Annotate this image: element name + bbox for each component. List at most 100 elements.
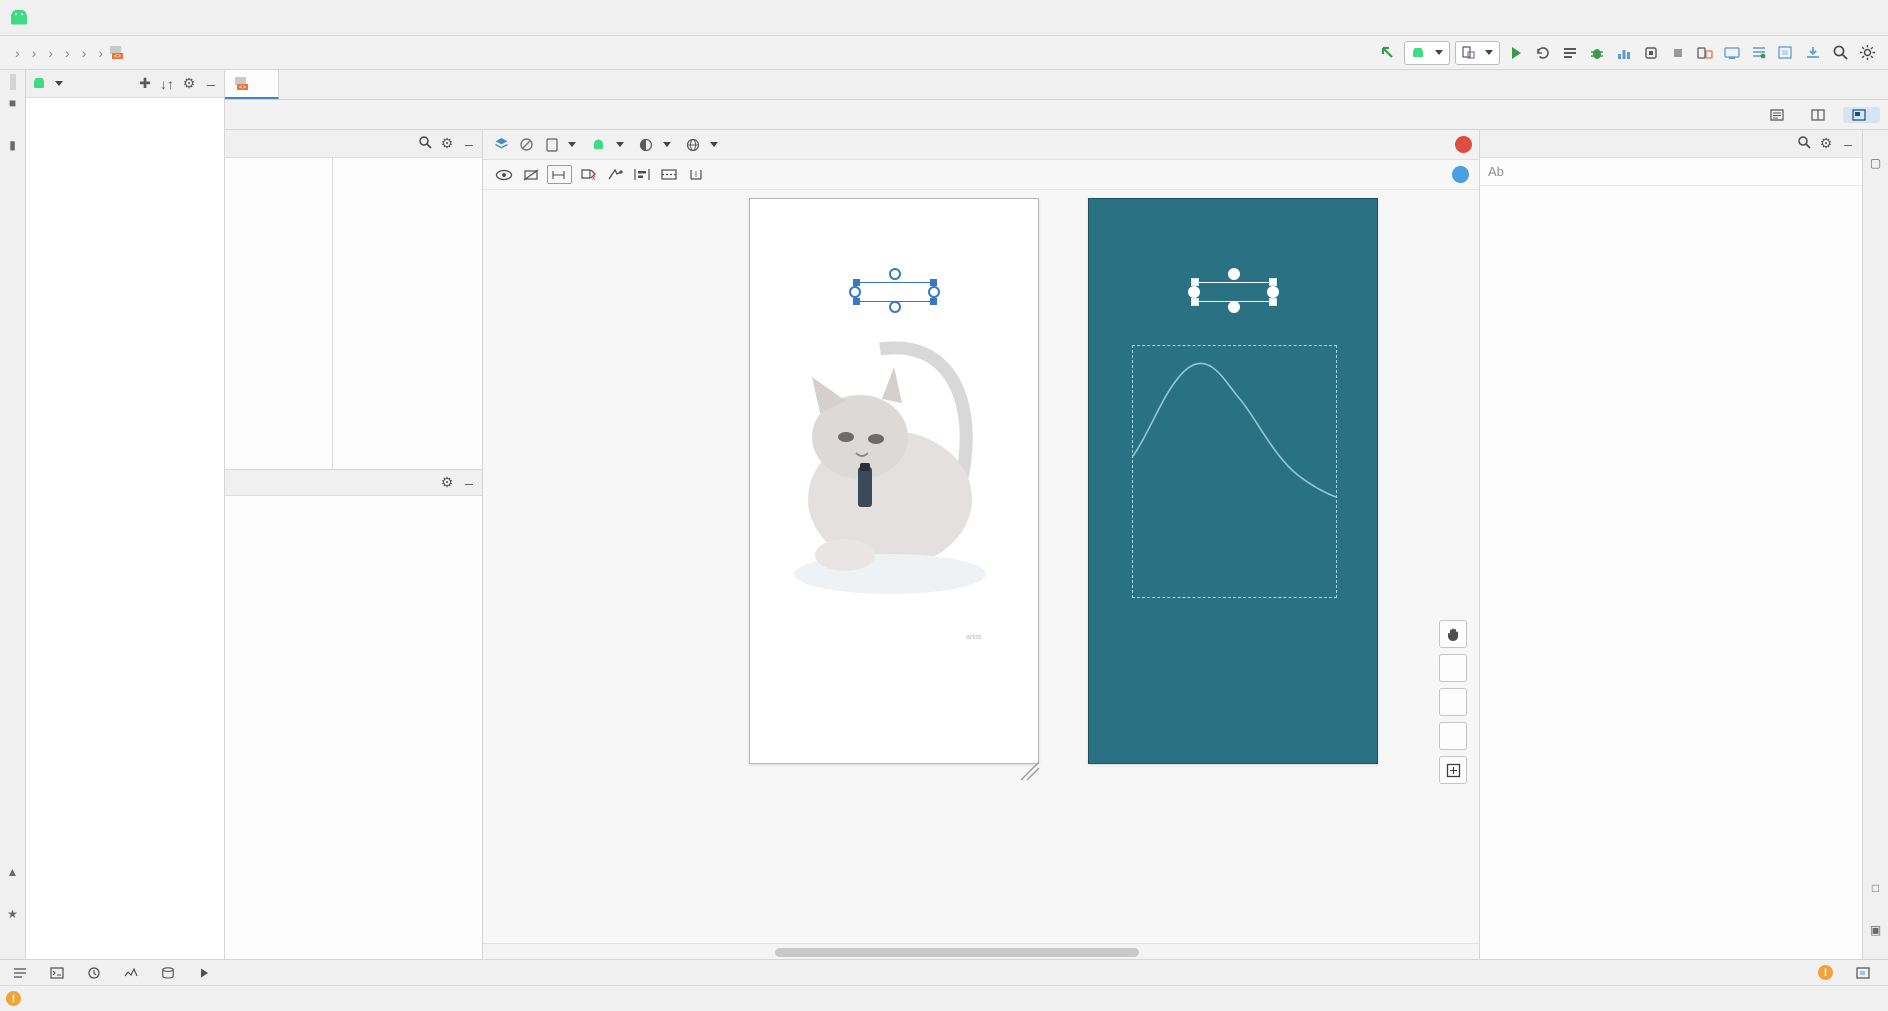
collapse-all-icon[interactable]: ↓↑ (159, 76, 175, 92)
menu-navigate[interactable] (106, 15, 126, 21)
search-icon[interactable] (1829, 41, 1851, 65)
component-tree[interactable] (225, 496, 482, 959)
locate-icon[interactable]: ✚ (137, 75, 153, 92)
design-surface-icon[interactable] (490, 134, 512, 156)
rerun-icon[interactable] (1532, 41, 1554, 65)
device-manager-icon[interactable] (1694, 41, 1716, 65)
back-arrow-icon[interactable] (1377, 41, 1399, 65)
locale-config-button[interactable] (680, 136, 724, 154)
sdk-manager-icon[interactable] (1748, 41, 1770, 65)
menu-vcs[interactable] (260, 15, 280, 21)
render-preview-device[interactable]: artist (749, 198, 1039, 764)
theme-config-button[interactable] (633, 136, 677, 154)
tab-split[interactable] (1802, 107, 1839, 123)
menu-build[interactable] (194, 15, 214, 21)
blueprint-imageview-box[interactable] (1132, 345, 1337, 598)
breadcrumb-file[interactable]: <> (106, 45, 131, 60)
rail-item-favorites[interactable] (10, 927, 16, 943)
bottom-item-event-log[interactable]: ! (1809, 963, 1847, 982)
apply-changes-icon[interactable] (1559, 41, 1581, 65)
guidelines-icon[interactable] (658, 164, 680, 186)
project-tree[interactable] (26, 98, 224, 959)
rail-item-build-variants[interactable] (10, 943, 16, 959)
canvas-horizontal-scrollbar[interactable] (483, 943, 1479, 959)
settings-icon[interactable]: ⚙ (439, 135, 455, 152)
hide-icon[interactable]: – (203, 76, 219, 92)
settings-icon[interactable]: ⚙ (1818, 135, 1834, 152)
menu-analyze[interactable] (150, 15, 170, 21)
rail-item-resource-manager[interactable] (10, 116, 16, 132)
infer-constraints-icon[interactable] (604, 164, 626, 186)
bottom-item-todo[interactable] (4, 965, 41, 981)
constraints-off-icon[interactable] (520, 164, 542, 186)
window-controls[interactable] (1750, 0, 1888, 36)
rail-item-device-file-explorer[interactable] (1873, 943, 1879, 959)
hide-icon[interactable]: – (461, 136, 477, 152)
minimize-button[interactable] (1750, 0, 1796, 36)
blueprint-device[interactable] (1088, 198, 1378, 764)
scrollbar-thumb[interactable] (775, 948, 1139, 957)
help-badge[interactable] (1452, 166, 1469, 183)
menu-bar[interactable] (40, 15, 324, 21)
settings-icon[interactable]: ⚙ (439, 474, 455, 491)
settings-icon[interactable]: ⚙ (181, 75, 197, 92)
attributes-list[interactable] (1480, 186, 1862, 959)
editor-tab-content-main[interactable]: <> (225, 70, 279, 99)
menu-run[interactable] (216, 15, 236, 21)
baseline-icon[interactable]: I (685, 164, 707, 186)
avd-manager-icon[interactable] (1721, 41, 1743, 65)
rail-item-project[interactable] (9, 74, 16, 90)
bottom-item-logcat[interactable] (78, 965, 115, 981)
device-config-button[interactable] (540, 136, 582, 154)
pan-hand-icon[interactable] (1439, 620, 1467, 648)
search-icon[interactable] (1796, 135, 1812, 152)
render-error-badge[interactable] (1455, 136, 1472, 153)
align-icon[interactable] (631, 164, 653, 186)
tab-design[interactable] (1843, 106, 1880, 123)
menu-view[interactable] (84, 15, 104, 21)
rail-item-gradle[interactable] (1873, 134, 1879, 150)
zoom-fit-icon[interactable] (1439, 756, 1467, 784)
palette-items[interactable] (333, 158, 482, 469)
menu-help[interactable] (304, 15, 324, 21)
debug-icon[interactable] (1586, 41, 1608, 65)
rail-item-emulator[interactable] (1873, 901, 1879, 917)
attach-debugger-icon[interactable] (1640, 41, 1662, 65)
blueprint-textview-selection[interactable] (1188, 268, 1279, 313)
render-textview-selection[interactable] (849, 268, 940, 313)
menu-edit[interactable] (62, 15, 82, 21)
eye-icon[interactable] (493, 164, 515, 186)
default-margin-field[interactable] (547, 165, 572, 184)
rail-item-layout-validation[interactable] (1873, 176, 1879, 192)
bottom-item-layout-inspector[interactable] (1847, 965, 1884, 981)
close-button[interactable] (1842, 0, 1888, 36)
resize-handle-icon[interactable] (1019, 760, 1041, 782)
menu-refactor[interactable] (172, 15, 192, 21)
rail-item-structure[interactable] (10, 885, 16, 901)
device-selector[interactable] (1455, 40, 1500, 65)
api-config-button[interactable] (585, 137, 630, 152)
project-panel-title-group[interactable] (31, 78, 131, 89)
menu-file[interactable] (40, 15, 60, 21)
hide-icon[interactable]: – (461, 475, 477, 491)
settings-icon[interactable] (1856, 41, 1878, 65)
bottom-item-database-inspector[interactable] (152, 965, 189, 981)
bottom-item-terminal[interactable] (41, 965, 78, 981)
search-icon[interactable] (417, 135, 433, 152)
module-selector[interactable] (1404, 40, 1450, 65)
menu-window[interactable] (282, 15, 302, 21)
no-constraints-icon[interactable] (515, 134, 537, 156)
maximize-button[interactable] (1796, 0, 1842, 36)
layout-inspector-icon[interactable] (1775, 41, 1797, 65)
menu-code[interactable] (128, 15, 148, 21)
zoom-actual-icon[interactable] (1439, 722, 1467, 750)
run-icon[interactable] (1505, 41, 1527, 65)
bottom-item-run[interactable] (189, 965, 224, 981)
palette-categories[interactable] (225, 158, 333, 469)
tab-code[interactable] (1761, 107, 1798, 123)
zoom-in-icon[interactable] (1439, 654, 1467, 682)
stop-icon[interactable] (1667, 41, 1689, 65)
profile-icon[interactable] (1613, 41, 1635, 65)
design-canvas[interactable]: artist (483, 190, 1479, 959)
clear-constraints-icon[interactable]: x (577, 164, 599, 186)
